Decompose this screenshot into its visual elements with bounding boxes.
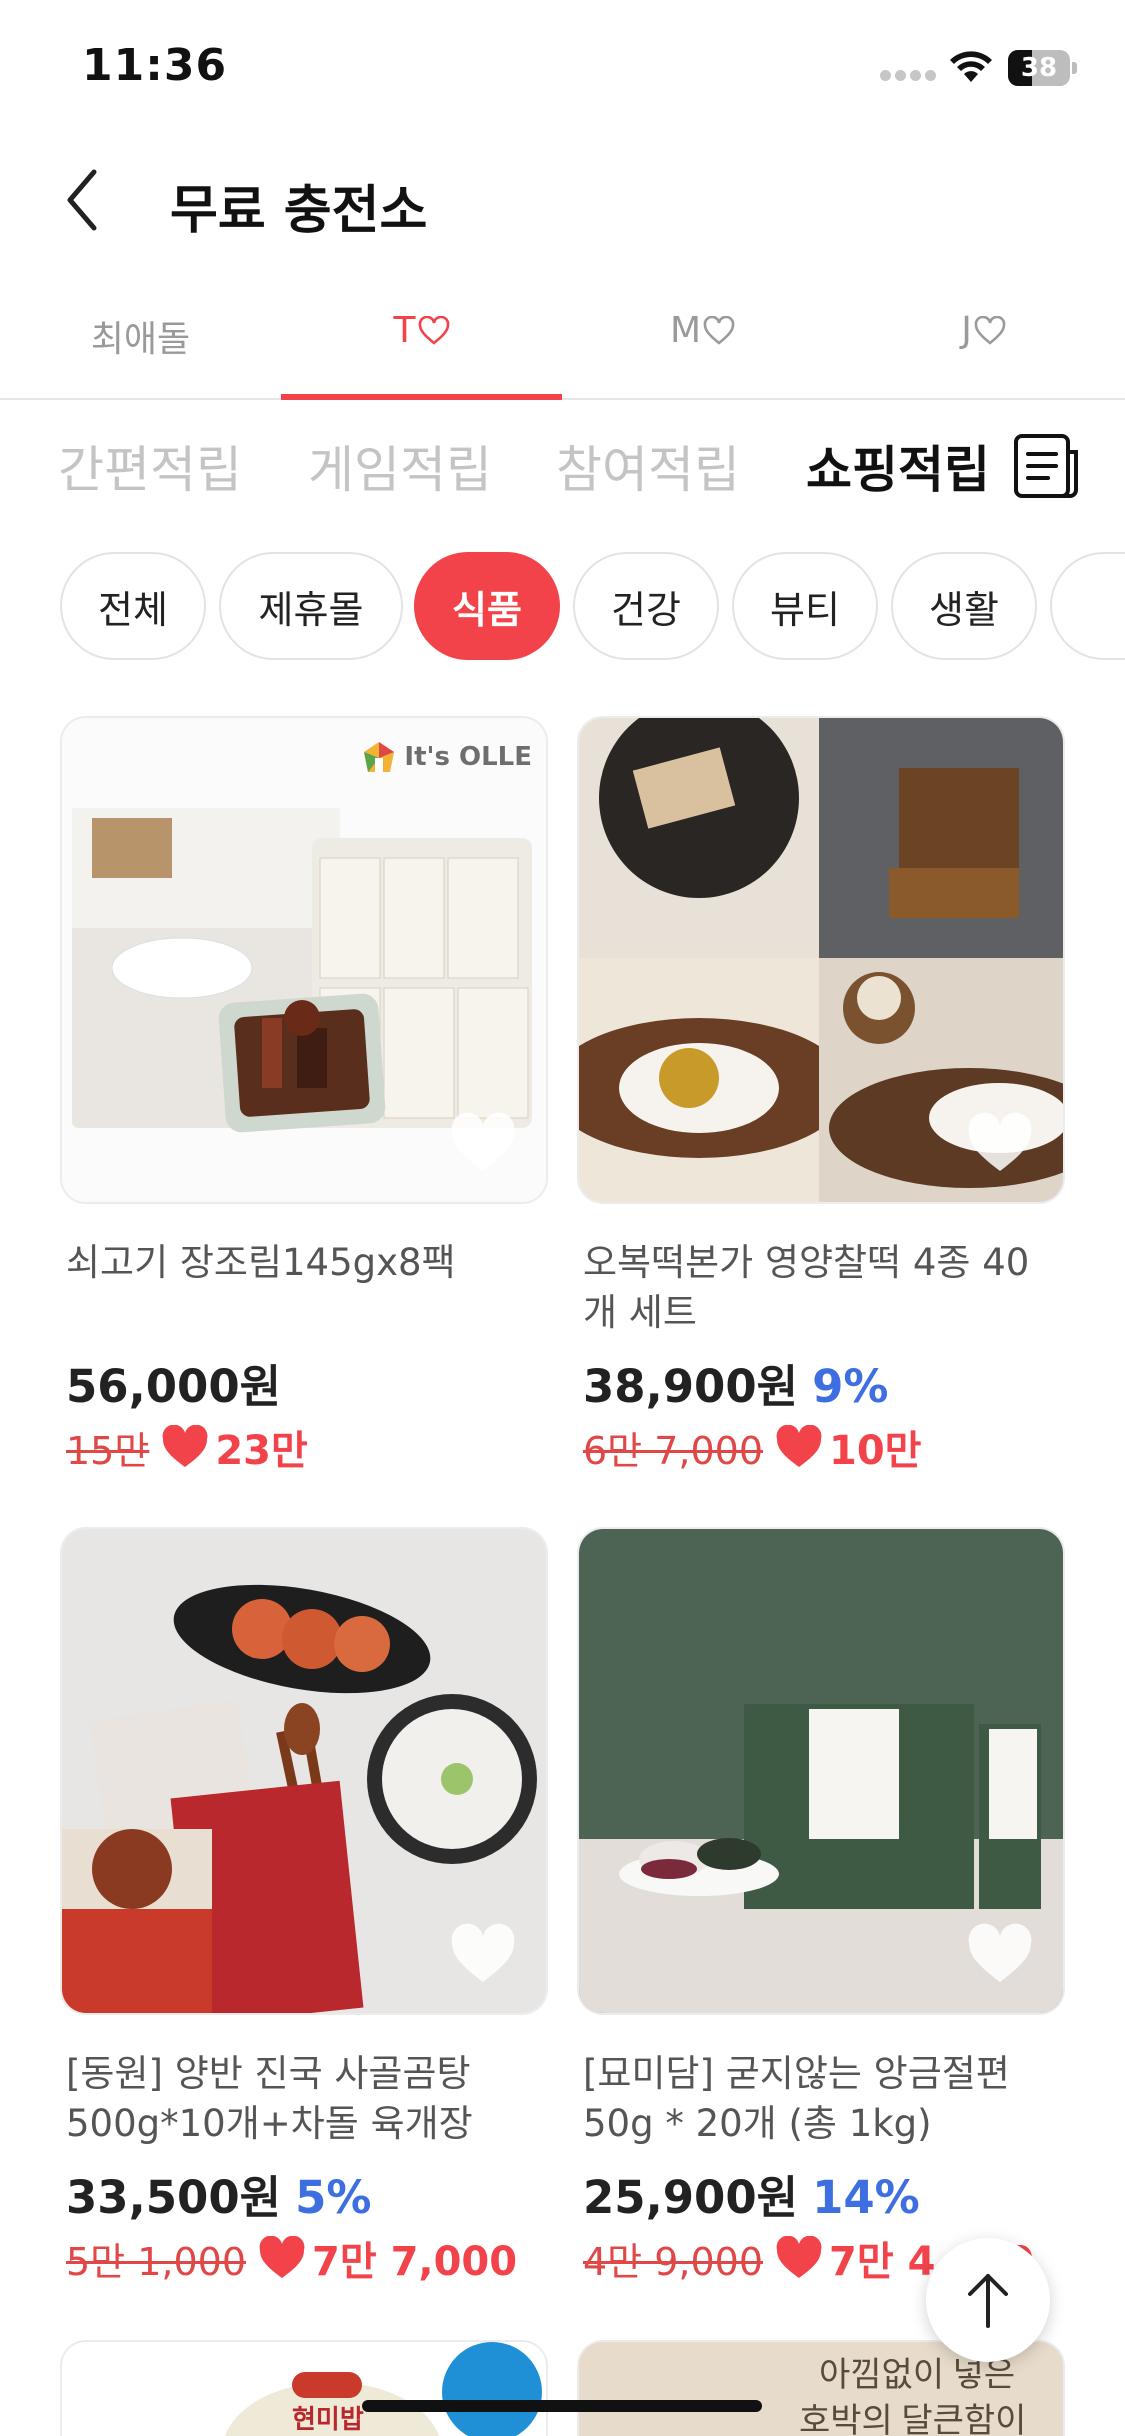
scroll-to-top-button[interactable]: [926, 2238, 1050, 2362]
app-header: 무료 충전소: [0, 150, 1125, 250]
heart-filled-icon: [259, 2236, 305, 2278]
brand-logo: It's OLLE: [360, 738, 532, 776]
product-price: 25,900원 14%: [583, 2161, 920, 2226]
price-value: 56,000원: [66, 1360, 282, 1413]
active-tab-indicator: [281, 394, 562, 400]
product-price: 33,500원 5%: [66, 2161, 371, 2226]
original-price: 15만: [66, 1428, 150, 1473]
product-price: 56,000원: [66, 1350, 281, 1415]
product-price: 38,900원 9%: [583, 1350, 888, 1415]
product-image: 현미밥: [62, 2342, 546, 2436]
tab-j[interactable]: J: [843, 310, 1124, 351]
idol-tab-bar: 최애돌 T M J: [0, 280, 1125, 400]
tab-m[interactable]: M: [562, 310, 843, 351]
wifi-icon: [950, 51, 992, 82]
heart-filled-icon: [162, 1425, 208, 1467]
reward-amount: 10만: [829, 1428, 922, 1474]
tab-label: M: [669, 310, 702, 351]
discount-rate: 14%: [812, 2171, 920, 2224]
status-bar: 11:36 38: [0, 0, 1125, 132]
original-price: 4만 9,000: [583, 2239, 764, 2284]
peek-line2: 호박의 달큰함이: [799, 2403, 1026, 2436]
chip-more[interactable]: [1050, 552, 1125, 660]
discount-rate: 9%: [812, 1360, 889, 1413]
heart-filled-icon: [776, 2236, 822, 2278]
battery-icon: 38: [1008, 50, 1077, 86]
product-name: 오복떡본가 영양찰떡 4종 40개 세트: [583, 1241, 1030, 1334]
chip-all[interactable]: 전체: [60, 552, 206, 660]
tab-game-reward[interactable]: 게임적립: [308, 430, 492, 502]
reward-row: 5만 1,000 7만 7,000: [66, 2229, 517, 2287]
discount-rate: 5%: [295, 2171, 372, 2224]
price-value: 33,500원: [66, 2171, 282, 2224]
wishlist-heart-icon[interactable]: [965, 1111, 1035, 1175]
brand-name: It's OLLE: [404, 742, 532, 772]
product-name: [동원] 양반 진국 사골곰탕 500g*10개+차돌 육개장: [66, 2052, 473, 2145]
tab-shopping-reward[interactable]: 쇼핑적립: [806, 430, 990, 502]
olle-logo-icon: [364, 742, 395, 772]
filter-chip-row: 전체 제휴몰 식품 건강 뷰티 생활: [0, 552, 1125, 662]
tab-label: 최애돌: [90, 319, 191, 360]
product-card[interactable]: 현미밥: [60, 2340, 548, 2436]
product-name: [묘미담] 굳지않는 앙금절편 50g * 20개 (총 1kg): [583, 2052, 1010, 2145]
peek-line1: 아낌없이 넣은: [819, 2357, 1015, 2394]
reward-amount: 23만: [215, 1428, 308, 1474]
signal-icon: [880, 66, 940, 81]
reward-row: 15만 23만: [66, 1418, 308, 1476]
heart-filled-icon: [776, 1425, 822, 1467]
tab-t[interactable]: T: [281, 310, 562, 351]
status-time: 11:36: [82, 40, 228, 91]
reward-row: 6만 7,000 10만: [583, 1418, 921, 1476]
chip-partner-mall[interactable]: 제휴몰: [219, 552, 403, 660]
price-value: 25,900원: [583, 2171, 799, 2224]
page-title: 무료 충전소: [170, 181, 428, 241]
tab-label: J: [961, 310, 972, 351]
tab-easy-reward[interactable]: 간편적립: [58, 430, 242, 502]
list-document-icon[interactable]: [1010, 430, 1082, 502]
chip-living[interactable]: 생활: [891, 552, 1037, 660]
heart-outline-icon: [974, 315, 1006, 345]
peek-label: 현미밥: [292, 2404, 364, 2434]
wishlist-heart-icon[interactable]: [965, 1922, 1035, 1986]
tab-choeaedol[interactable]: 최애돌: [0, 310, 281, 362]
heart-outline-icon: [418, 315, 449, 345]
arrow-up-icon: [968, 2274, 1008, 2328]
tab-label: T: [393, 310, 416, 351]
tab-join-reward[interactable]: 참여적립: [556, 430, 740, 502]
product-name: 쇠고기 장조림145gx8팩: [66, 1241, 456, 1284]
reward-amount: 7만 7,000: [312, 2239, 518, 2285]
heart-outline-icon: [703, 315, 735, 345]
battery-level: 38: [1020, 53, 1058, 83]
chip-health[interactable]: 건강: [573, 552, 719, 660]
home-indicator: [362, 2400, 762, 2412]
back-arrow-icon[interactable]: [60, 164, 106, 236]
original-price: 6만 7,000: [583, 1428, 764, 1473]
category-tab-bar: 간편적립 게임적립 참여적립 쇼핑적립: [0, 430, 1125, 510]
wishlist-heart-icon[interactable]: [448, 1922, 518, 1986]
wishlist-heart-icon[interactable]: [448, 1111, 518, 1175]
chip-food[interactable]: 식품: [414, 552, 560, 660]
original-price: 5만 1,000: [66, 2239, 247, 2284]
price-value: 38,900원: [583, 1360, 799, 1413]
chip-beauty[interactable]: 뷰티: [732, 552, 878, 660]
